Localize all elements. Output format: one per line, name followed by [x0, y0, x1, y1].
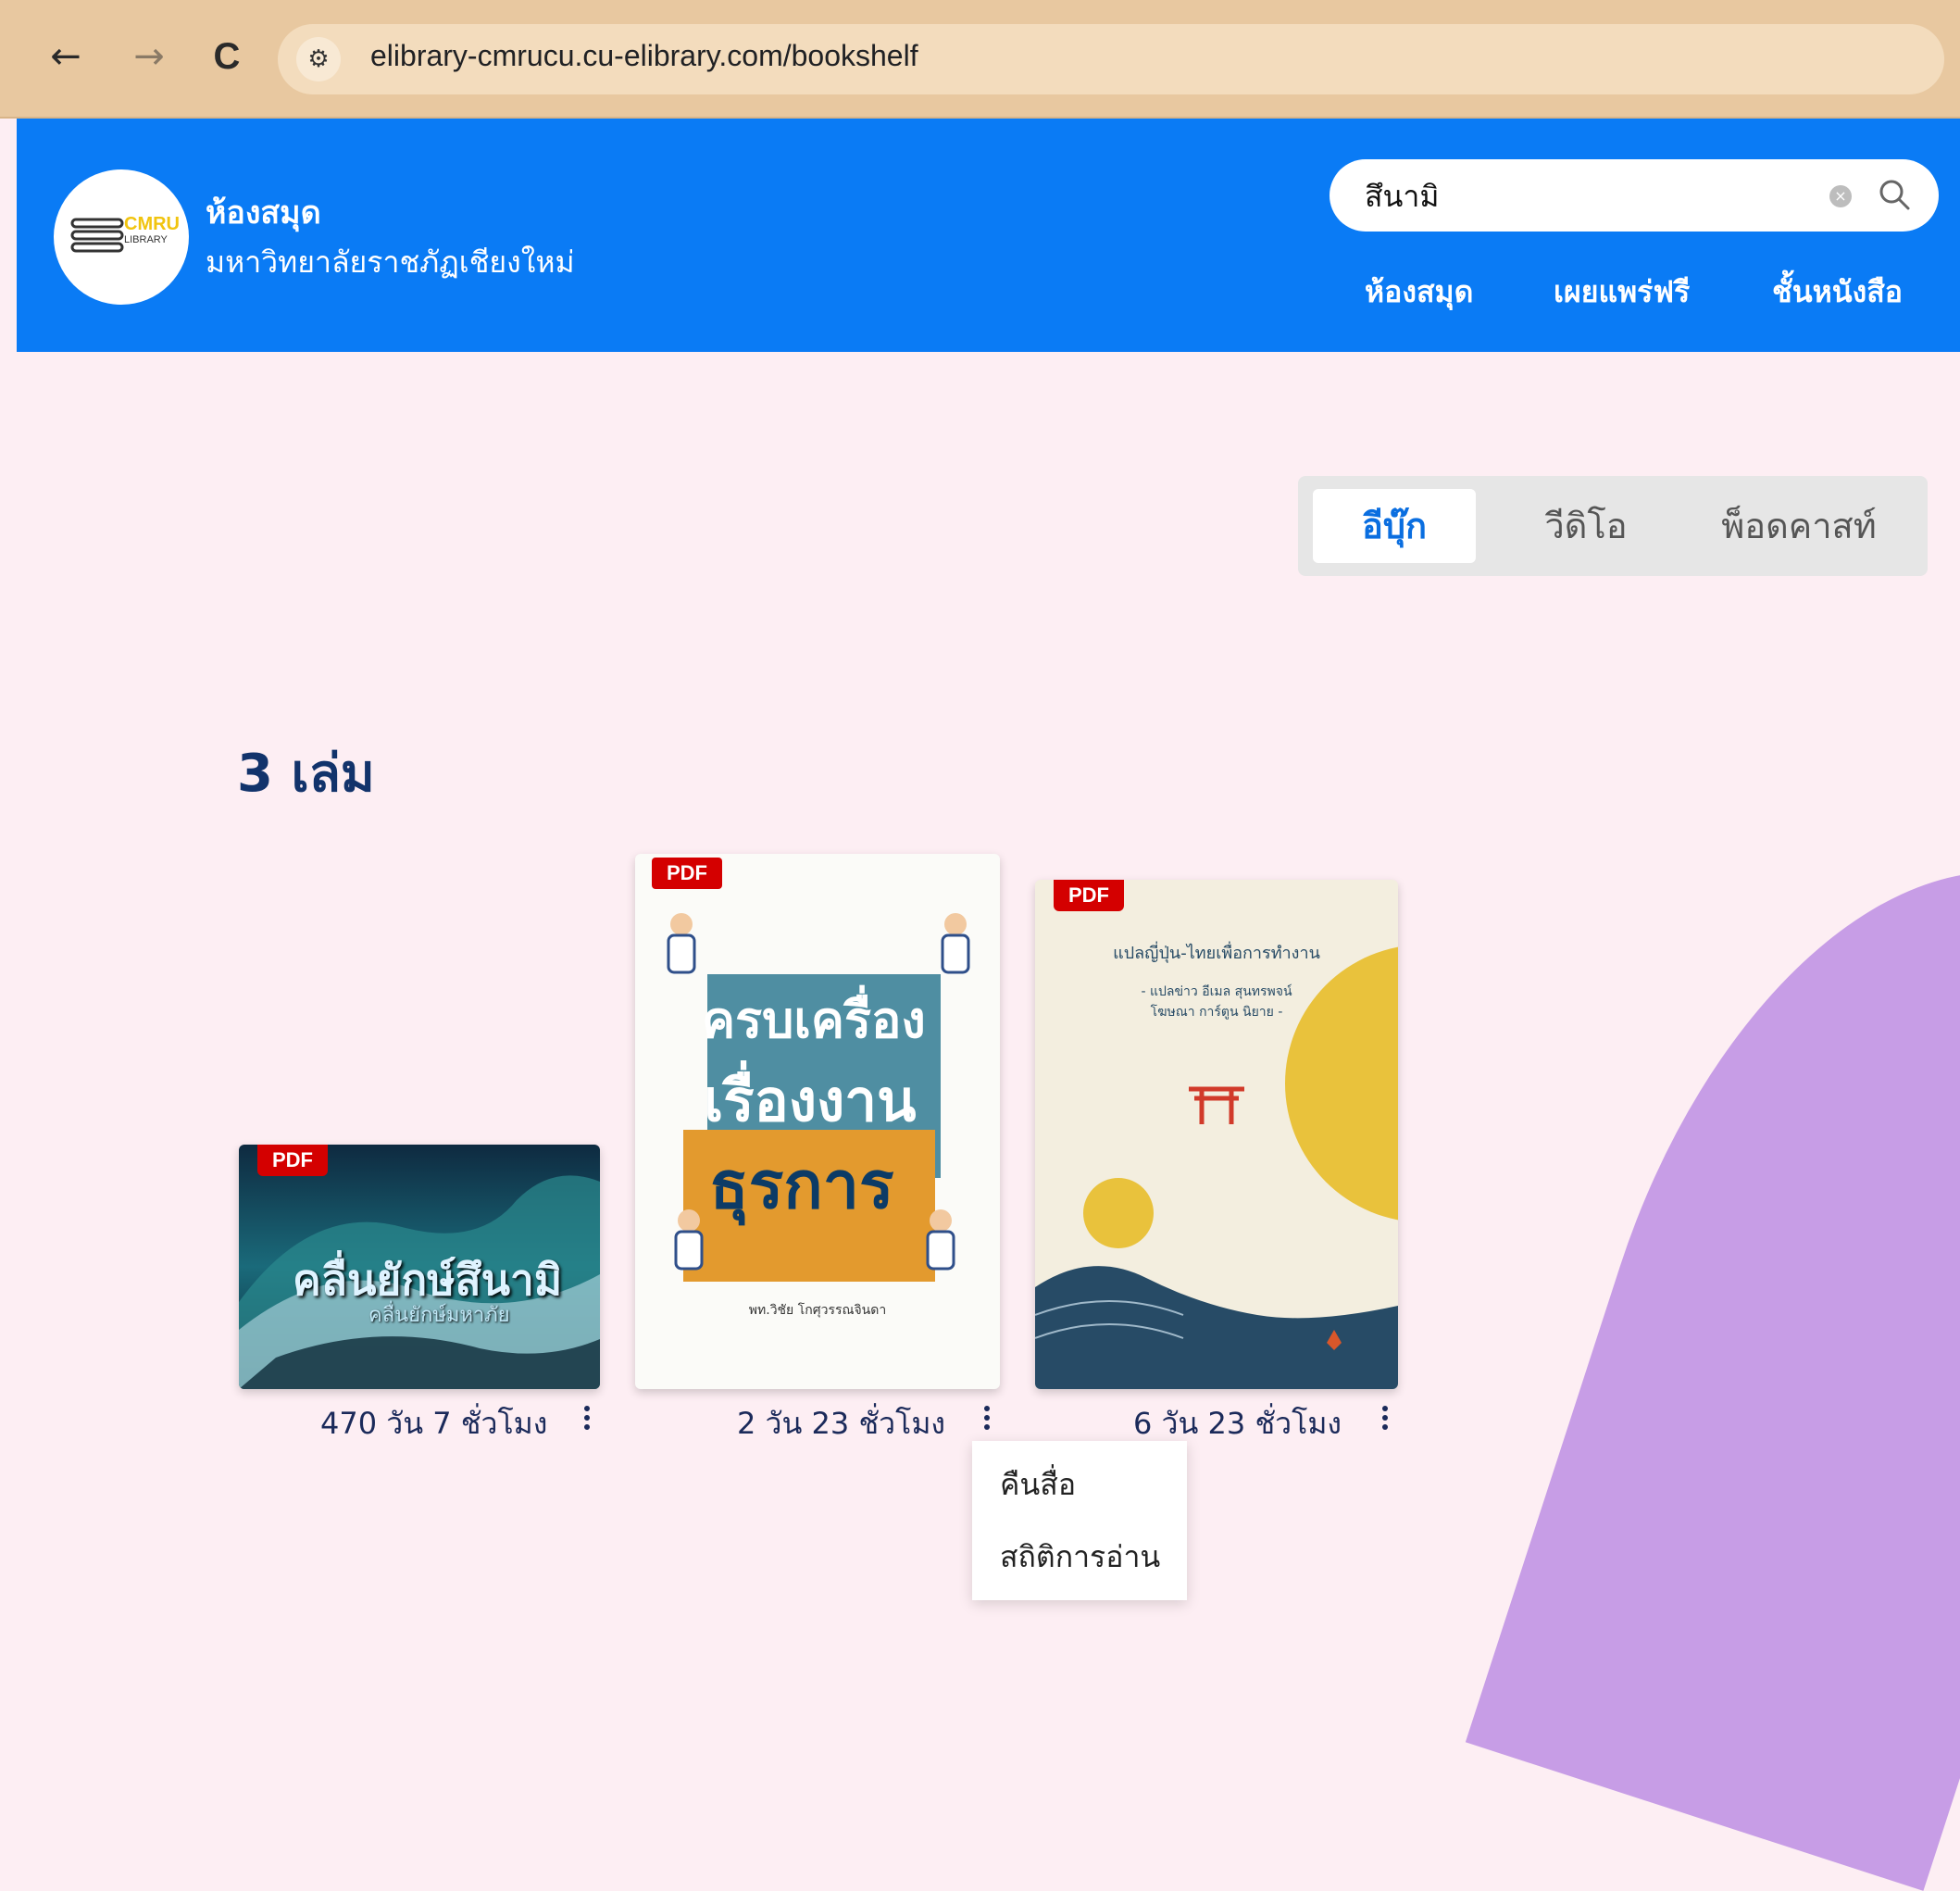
tab-ebook[interactable]: อีบุ๊ก	[1313, 489, 1476, 563]
cover-subtitle: คลื่นยักษ์มหาภัย	[368, 1304, 510, 1327]
cover-credit: - แปลข่าว อีเมล สุนทรพจน์	[1141, 984, 1292, 999]
loan-remaining: 470 วัน 7 ชั่วโมง	[320, 1406, 548, 1441]
nav-free-publish[interactable]: เผยแพร่ฟรี	[1554, 269, 1690, 316]
cartoon-figure-icon	[941, 913, 970, 974]
cartoon-figure-icon	[667, 913, 696, 974]
books-icon	[70, 218, 124, 253]
more-options-icon[interactable]	[1378, 1402, 1392, 1435]
book-cover[interactable]: ครบเครื่อง เรื่องงาน ธุรการ พท.วิชัย โกศ…	[635, 854, 1000, 1389]
media-tabs: อีบุ๊ก วีดิโอ พ็อดคาสท์	[1298, 476, 1928, 576]
more-options-icon[interactable]	[980, 1402, 994, 1435]
browser-toolbar: ← → C ⚙ elibrary-cmrucu.cu-elibrary.com/…	[0, 0, 1960, 119]
reload-icon[interactable]: C	[204, 33, 250, 80]
book-cover[interactable]: คลื่นยักษ์สึนามิ คลื่นยักษ์มหาภัย PDF	[239, 1145, 600, 1389]
address-bar[interactable]: ⚙ elibrary-cmrucu.cu-elibrary.com/booksh…	[278, 24, 1944, 94]
cover-title-line1: ครบเครื่อง	[702, 991, 926, 1049]
cover-author: พท.วิชัย โกศุวรรณจินดา	[748, 1303, 887, 1318]
cartoon-figure-icon	[674, 1209, 704, 1271]
loan-remaining: 2 วัน 23 ชั่วโมง	[737, 1406, 946, 1441]
pdf-badge: PDF	[1054, 880, 1124, 911]
cover-credit: โฆษณา การ์ตูน นิยาย -	[1150, 1005, 1283, 1020]
site-title[interactable]: ห้องสมุด	[206, 187, 321, 237]
clear-search-icon[interactable]: ×	[1829, 185, 1852, 207]
nav-bookshelf[interactable]: ชั้นหนังสือ	[1772, 269, 1903, 316]
site-header: CMRU LIBRARY ห้องสมุด มหาวิทยาลัยราชภัฏเ…	[17, 119, 1960, 352]
menu-return-item[interactable]: คืนสื่อ	[1000, 1461, 1076, 1509]
book-count: 3 เล่ม	[237, 744, 375, 804]
cover-title: แปลญี่ปุ่น-ไทยเพื่อการทำงาน	[1113, 944, 1320, 963]
book-context-menu: คืนสื่อ สถิติการอ่าน	[972, 1441, 1187, 1600]
url-text[interactable]: elibrary-cmrucu.cu-elibrary.com/bookshel…	[370, 39, 918, 73]
search-icon[interactable]	[1876, 176, 1913, 213]
tab-video[interactable]: วีดิโอ	[1507, 489, 1665, 563]
book-cover[interactable]: แปลญี่ปุ่น-ไทยเพื่อการทำงาน - แปลข่าว อี…	[1035, 880, 1398, 1389]
back-icon[interactable]: ←	[43, 33, 89, 80]
more-options-icon[interactable]	[580, 1402, 594, 1435]
pdf-badge: PDF	[652, 858, 722, 889]
tab-podcast[interactable]: พ็อดคาสท์	[1683, 489, 1915, 563]
pdf-badge: PDF	[257, 1145, 328, 1176]
logo-text: CMRU	[124, 214, 180, 234]
cartoon-figure-icon	[926, 1209, 955, 1271]
logo-subtext: LIBRARY	[124, 234, 168, 245]
menu-reading-stats[interactable]: สถิติการอ่าน	[1000, 1534, 1160, 1581]
site-settings-icon[interactable]: ⚙	[296, 37, 341, 81]
search-box: ×	[1330, 159, 1939, 232]
search-input[interactable]	[1363, 172, 1811, 220]
decorative-purple-blob	[1465, 791, 1960, 1891]
site-subtitle: มหาวิทยาลัยราชภัฏเชียงใหม่	[206, 244, 575, 280]
library-logo[interactable]: CMRU LIBRARY	[54, 169, 189, 305]
cover-title-line3: ธุรการ	[709, 1147, 894, 1223]
nav-library[interactable]: ห้องสมุด	[1365, 269, 1473, 316]
forward-icon[interactable]: →	[126, 33, 172, 80]
